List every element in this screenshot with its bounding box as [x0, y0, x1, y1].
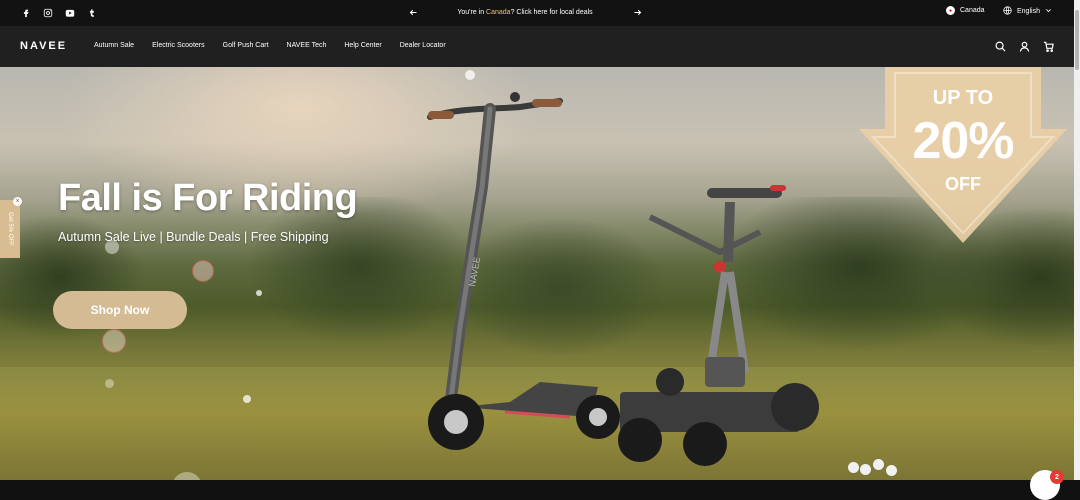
- main-nav: Autumn Sale Electric Scooters Golf Push …: [94, 42, 446, 49]
- discount-side-tab[interactable]: Get 5% OFF: [0, 200, 20, 258]
- arrow-right-icon[interactable]: [632, 7, 642, 17]
- nav-navee-tech[interactable]: NAVEE Tech: [287, 42, 327, 49]
- bokeh-particle: [465, 70, 475, 80]
- scrollbar-thumb[interactable]: [1075, 10, 1079, 70]
- nav-help-center[interactable]: Help Center: [344, 42, 381, 49]
- search-icon[interactable]: [994, 40, 1006, 52]
- golf-push-cart-image: [618, 185, 819, 466]
- hero-subline: Autumn Sale Live | Bundle Deals | Free S…: [58, 230, 329, 244]
- electric-scooter-image: NAVEE: [427, 92, 620, 450]
- golf-ball: [873, 459, 884, 470]
- language-selector[interactable]: English: [1003, 6, 1052, 17]
- bokeh-particle: [102, 329, 126, 353]
- region-selector[interactable]: ● Canada: [946, 6, 985, 15]
- announcement-link[interactable]: You're in Canada? Click here for local d…: [457, 9, 592, 16]
- announcement-bar: You're in Canada? Click here for local d…: [0, 0, 1074, 26]
- nav-autumn-sale[interactable]: Autumn Sale: [94, 42, 134, 49]
- canada-flag-icon: ●: [946, 6, 955, 15]
- language-label: English: [1017, 8, 1040, 15]
- promo-line-1: UP TO: [932, 87, 994, 109]
- navee-logo[interactable]: NAVEE: [20, 40, 67, 52]
- tumblr-icon[interactable]: [86, 6, 97, 19]
- bokeh-particle: [243, 395, 251, 403]
- close-icon[interactable]: ×: [13, 197, 22, 206]
- nav-dealer-locator[interactable]: Dealer Locator: [400, 42, 446, 49]
- golf-ball: [848, 462, 859, 473]
- announcement-country: Canada: [486, 8, 511, 16]
- discount-side-tab-label: Get 5% OFF: [7, 212, 13, 246]
- nav-golf-push-cart[interactable]: Golf Push Cart: [223, 42, 269, 49]
- chat-notification-badge: 2: [1050, 470, 1064, 484]
- social-links: [20, 6, 97, 19]
- main-header: NAVEE Autumn Sale Electric Scooters Golf…: [0, 26, 1074, 67]
- shop-now-button[interactable]: Shop Now: [53, 291, 187, 329]
- hero-banner: NAVEE UP TO 20% OFF Fall is For Riding A…: [0, 67, 1074, 480]
- golf-ball: [860, 464, 871, 475]
- bokeh-particle: [192, 260, 214, 282]
- account-icon[interactable]: [1018, 40, 1030, 52]
- header-actions: [994, 40, 1054, 52]
- bokeh-particle: [105, 379, 114, 388]
- instagram-icon[interactable]: [42, 6, 53, 19]
- chevron-down-icon: [1045, 7, 1052, 16]
- cart-icon[interactable]: [1042, 40, 1054, 52]
- nav-electric-scooters[interactable]: Electric Scooters: [152, 42, 205, 49]
- promo-line-3: OFF: [945, 174, 981, 194]
- hero-headline: Fall is For Riding: [58, 177, 358, 219]
- announcement-carousel: You're in Canada? Click here for local d…: [408, 7, 642, 17]
- globe-icon: [1003, 6, 1012, 17]
- arrow-left-icon[interactable]: [408, 7, 418, 17]
- page-scrollbar[interactable]: [1074, 0, 1080, 480]
- bokeh-particle: [256, 290, 262, 296]
- golf-ball: [886, 465, 897, 476]
- promo-percent: 20%: [912, 112, 1014, 170]
- region-label: Canada: [960, 7, 985, 14]
- facebook-icon[interactable]: [20, 6, 31, 19]
- promo-badge: UP TO 20% OFF: [855, 67, 1071, 245]
- youtube-icon[interactable]: [64, 6, 75, 19]
